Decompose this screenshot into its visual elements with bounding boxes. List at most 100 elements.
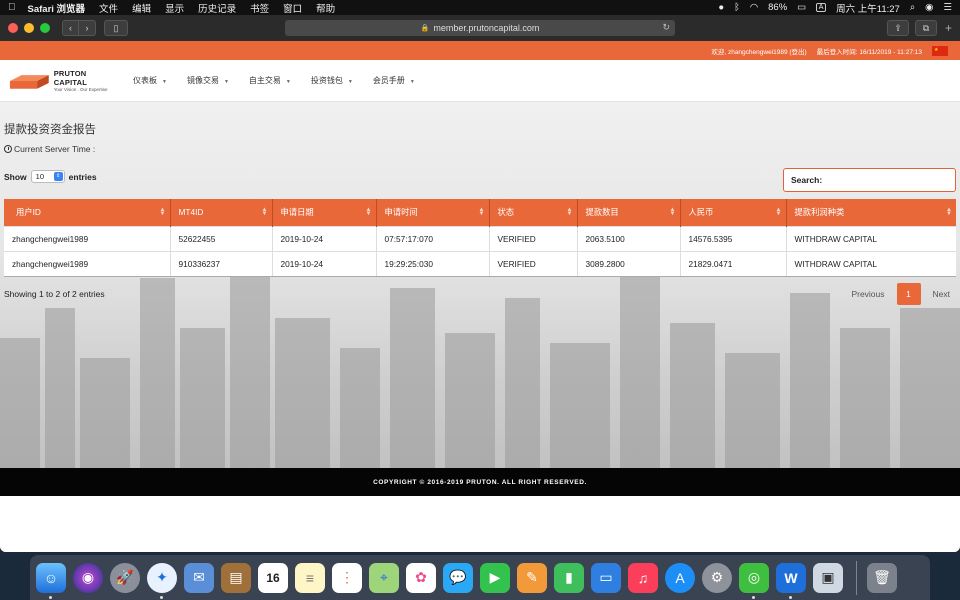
page-1-button[interactable]: 1: [896, 283, 921, 305]
caret-down-icon: ▼: [409, 79, 415, 85]
menu-history[interactable]: 历史记录: [198, 1, 236, 15]
cell-user-id: zhangchengwei1989: [4, 250, 171, 277]
column-header[interactable]: 状态 ▲ ▼: [489, 199, 578, 226]
wifi-icon[interactable]: ◠: [750, 2, 758, 13]
report-section: 提款投资资金报告 Current Server Time : Show 10 ⇕…: [0, 102, 960, 468]
pages-icon[interactable]: ✎: [517, 562, 547, 593]
tabs-overview-icon[interactable]: ⧉: [914, 20, 937, 36]
site-logo[interactable]: PRUTON CAPITAL Your Vision . Our Experti…: [8, 66, 120, 96]
select-arrows-icon: ⇕: [53, 172, 63, 181]
numbers-icon[interactable]: ▮: [554, 562, 584, 593]
caret-down-icon: ▼: [162, 79, 167, 85]
keynote-icon[interactable]: ▭: [591, 562, 621, 593]
reminders-icon[interactable]: ⋮: [332, 562, 362, 593]
photos-icon[interactable]: ✿: [406, 562, 436, 593]
music-icon[interactable]: ♫: [628, 562, 658, 593]
menubar-clock[interactable]: 周六 上午11:27: [836, 1, 900, 15]
menu-mirror-trading[interactable]: 镜像交易 ▼: [187, 75, 229, 86]
maps-icon[interactable]: ⌖: [369, 562, 399, 593]
page-length-select[interactable]: 10 ⇕: [30, 170, 65, 183]
welcome-text[interactable]: 欢迎, zhangchengwei1989 (登出): [711, 46, 806, 56]
next-page-button[interactable]: Next: [933, 289, 950, 299]
column-header[interactable]: 提款数目 ▲ ▼: [577, 199, 681, 226]
menu-bookmarks[interactable]: 书签: [250, 1, 269, 15]
launchpad-icon[interactable]: 🚀: [110, 562, 140, 593]
sort-icon: ▲ ▼: [159, 207, 166, 217]
menu-label: 投资钱包: [310, 76, 343, 85]
siri-icon[interactable]: ◉: [73, 562, 103, 593]
menubar-status-area: ● ᛒ ◠ 86% ▭ A 周六 上午11:27 ⌕ ◉ ☰: [718, 1, 952, 15]
user-icon[interactable]: ◉: [925, 2, 933, 13]
column-header[interactable]: MT4ID ▲ ▼: [170, 199, 273, 226]
calendar-day: 16: [266, 570, 280, 585]
last-login-time: 最后登入时间: 16/11/2019 - 11:27:13: [816, 48, 922, 56]
input-source-icon[interactable]: A: [816, 3, 827, 12]
back-button[interactable]: ‹: [62, 20, 79, 36]
spotlight-icon[interactable]: ⌕: [910, 2, 915, 13]
app-store-icon[interactable]: A: [665, 562, 695, 593]
column-header[interactable]: 申请日期 ▲ ▼: [272, 199, 377, 226]
menu-self-trading[interactable]: 自主交易 ▼: [249, 75, 291, 86]
messages-icon[interactable]: 💬: [443, 562, 473, 593]
app-menu[interactable]: Safari 浏览器: [28, 1, 86, 15]
calendar-icon[interactable]: 16: [258, 562, 288, 593]
preview-icon[interactable]: ▣: [813, 562, 843, 593]
wechat-icon[interactable]: ◎: [739, 562, 769, 599]
table-info: Showing 1 to 2 of 2 entries: [4, 289, 105, 299]
bluetooth-icon[interactable]: ᛒ: [734, 2, 740, 13]
zoom-window-button[interactable]: [40, 23, 50, 33]
reload-icon[interactable]: ↻: [662, 22, 670, 33]
sort-icon: ▲ ▼: [946, 207, 952, 217]
menu-file[interactable]: 文件: [99, 1, 118, 15]
system-preferences-icon[interactable]: ⚙: [702, 562, 732, 593]
battery-icon[interactable]: ▭: [797, 2, 806, 13]
notification-center-icon[interactable]: ☰: [943, 2, 952, 13]
withdrawal-table: 用户ID ▲ ▼ MT4ID ▲ ▼ 申请日期 ▲ ▼ 申请时间 ▲ ▼ 状态 ▲ ▼ 提款数目 ▲ ▼…: [4, 199, 956, 277]
wechat-status-icon[interactable]: ●: [718, 2, 724, 13]
forward-button[interactable]: ›: [79, 20, 96, 36]
facetime-icon[interactable]: ▶: [480, 562, 510, 593]
address-bar[interactable]: 🔒 member.prutoncapital.com ↻: [285, 20, 675, 36]
column-header[interactable]: 提款利润种类 ▲ ▼: [786, 199, 956, 226]
search-field[interactable]: Search:: [783, 168, 956, 192]
cell-amount: 2063.5100: [577, 225, 681, 251]
menu-member-handbook[interactable]: 会员手册 ▼: [373, 75, 415, 86]
sidebar-toggle-icon[interactable]: ▯: [104, 20, 128, 36]
column-label: 申请时间: [384, 207, 418, 218]
finder-icon[interactable]: ☺: [36, 562, 66, 599]
column-label: 提款利润种类: [794, 207, 845, 218]
trash-icon[interactable]: 🗑: [867, 562, 897, 593]
wps-icon[interactable]: W: [776, 562, 806, 599]
minimize-window-button[interactable]: [24, 23, 34, 33]
previous-page-button[interactable]: Previous: [851, 289, 884, 299]
cell-mt4id: 910336237: [170, 250, 273, 277]
column-header[interactable]: 用户ID ▲ ▼: [4, 199, 171, 226]
china-flag-icon[interactable]: [932, 45, 948, 56]
notes-icon[interactable]: ≡: [295, 562, 325, 593]
web-page: 欢迎, zhangchengwei1989 (登出) 最后登入时间: 16/11…: [0, 41, 960, 552]
column-header[interactable]: 申请时间 ▲ ▼: [376, 199, 490, 226]
share-icon[interactable]: ⇪: [886, 20, 909, 36]
menu-investment-wallet[interactable]: 投资钱包 ▼: [311, 75, 353, 86]
column-label: 人民币: [688, 207, 714, 218]
table-header-row: 用户ID ▲ ▼ MT4ID ▲ ▼ 申请日期 ▲ ▼ 申请时间 ▲ ▼ 状态 ▲ ▼ 提款数目 ▲ ▼…: [4, 199, 956, 226]
menu-help[interactable]: 帮助: [316, 1, 335, 15]
apple-menu-icon[interactable]: : [8, 2, 16, 13]
search-input[interactable]: [826, 175, 955, 185]
macos-dock: ☺ ◉ 🚀 ✦ ✉ ▤ 16 ≡ ⋮ ⌖ ✿ 💬 ▶ ✎ ▮ ▭ ♫ A ⚙ ◎…: [30, 555, 930, 600]
menu-window[interactable]: 窗口: [283, 1, 302, 15]
cell-mt4id: 52622455: [170, 225, 273, 251]
new-tab-icon[interactable]: +: [945, 21, 952, 35]
menu-edit[interactable]: 编辑: [132, 1, 151, 15]
menu-view[interactable]: 显示: [165, 1, 184, 15]
column-label: MT4ID: [178, 207, 204, 218]
close-window-button[interactable]: [8, 23, 18, 33]
notes-book-icon[interactable]: ▤: [221, 562, 251, 593]
safari-icon[interactable]: ✦: [147, 562, 177, 599]
menu-dashboard[interactable]: 仪表板 ▼: [133, 75, 167, 86]
mail-icon[interactable]: ✉: [184, 562, 214, 593]
account-strip: 欢迎, zhangchengwei1989 (登出) 最后登入时间: 16/11…: [0, 41, 960, 60]
server-time: Current Server Time :: [4, 144, 95, 154]
column-header[interactable]: 人民币 ▲ ▼: [680, 199, 787, 226]
battery-percent[interactable]: 86%: [768, 2, 787, 13]
